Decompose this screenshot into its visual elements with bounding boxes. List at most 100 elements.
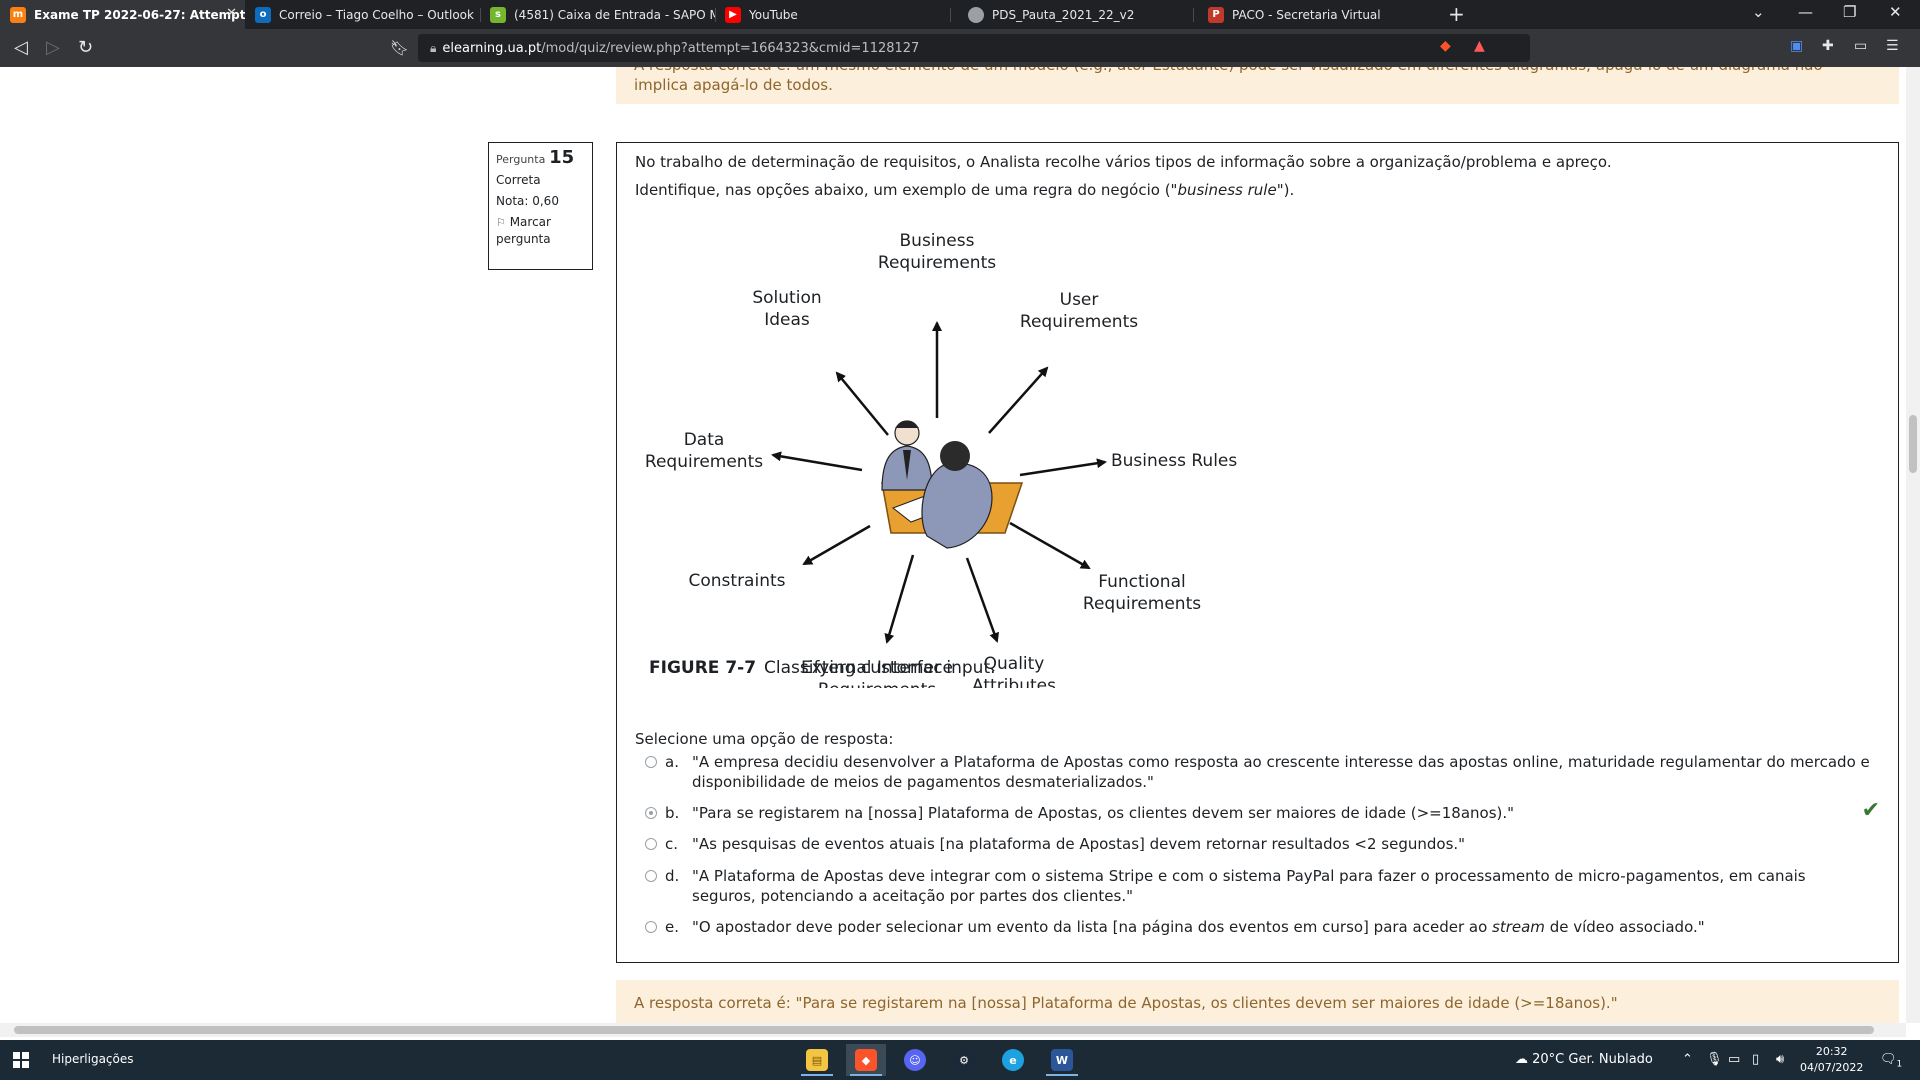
horizontal-scrollbar-thumb[interactable] bbox=[14, 1026, 1874, 1034]
flag-question-link[interactable]: ⚐ Marcar pergunta bbox=[496, 214, 585, 248]
url-domain: elearning.ua.pt bbox=[442, 40, 542, 56]
url-path: /mod/quiz/review.php?attempt=1664323&cmi… bbox=[541, 40, 920, 56]
arrow-solution-ideas bbox=[835, 371, 889, 436]
steam-icon: ⚙ bbox=[953, 1049, 975, 1071]
arrow-quality-attributes bbox=[965, 557, 999, 643]
label-business-requirements: Business Requirements bbox=[878, 231, 996, 273]
lock-icon: 🔒︎ bbox=[430, 40, 437, 55]
sapo-icon: s bbox=[490, 6, 506, 23]
forward-icon[interactable]: ▷ bbox=[46, 37, 60, 58]
bookmark-icon[interactable]: 🔖︎ bbox=[390, 39, 409, 57]
outlook-icon: o bbox=[255, 6, 271, 23]
minimize-button[interactable]: — bbox=[1798, 3, 1813, 21]
arrow-data-requirements bbox=[771, 451, 863, 472]
label-data-requirements: Data Requirements bbox=[645, 430, 763, 472]
links-toolbar[interactable]: Hiperligações bbox=[52, 1052, 134, 1066]
question-info: Pergunta 15 Correta Nota: 0,60 ⚐ Marcar … bbox=[488, 142, 593, 270]
flag-icon: ⚐ bbox=[496, 216, 506, 229]
tray-chevron-icon[interactable]: ⌃ bbox=[1682, 1052, 1693, 1067]
arrow-business-rules bbox=[1019, 458, 1107, 477]
discord-icon: ☺ bbox=[904, 1049, 926, 1071]
radio-e[interactable] bbox=[645, 921, 657, 933]
previous-question-feedback: A resposta correta é: um mesmo elemento … bbox=[616, 67, 1899, 104]
tab-youtube[interactable]: ▶ YouTube bbox=[715, 0, 950, 29]
label-business-rules: Business Rules bbox=[1111, 451, 1237, 471]
youtube-icon: ▶ bbox=[725, 6, 741, 23]
address-bar[interactable]: 🔒︎ elearning.ua.pt/mod/quiz/review.php?a… bbox=[418, 34, 1530, 62]
close-tab-icon[interactable]: ✕ bbox=[226, 6, 237, 21]
taskbar-word[interactable]: W bbox=[1042, 1044, 1082, 1076]
battery-icon[interactable]: ▭ bbox=[1728, 1052, 1740, 1067]
question-box: No trabalho de determinação de requisito… bbox=[616, 142, 1899, 963]
label-user-requirements: User Requirements bbox=[1020, 290, 1138, 332]
question-text-2: Identifique, nas opções abaixo, um exemp… bbox=[635, 181, 1295, 199]
analyst-and-customer-illustration bbox=[881, 420, 1024, 549]
reload-icon[interactable]: ↻ bbox=[78, 37, 93, 58]
tab-separator bbox=[950, 8, 951, 22]
vertical-scrollbar[interactable] bbox=[1906, 67, 1920, 1023]
radio-d[interactable] bbox=[645, 870, 657, 882]
restore-button[interactable]: ❐ bbox=[1843, 3, 1856, 21]
menu-icon[interactable]: ☰ bbox=[1886, 38, 1899, 54]
tab-sapo[interactable]: s (4581) Caixa de Entrada - SAPO Mail bbox=[480, 0, 715, 29]
taskbar-brave[interactable]: ◆ bbox=[846, 1044, 886, 1076]
close-window-button[interactable]: ✕ bbox=[1889, 3, 1902, 21]
windows-taskbar: Hiperligações ▤ ◆ ☺ ⚙ e W ☁ 20°C Ger. Nu… bbox=[0, 1040, 1920, 1080]
arrow-constraints bbox=[802, 524, 871, 566]
tab-pds-pauta[interactable]: PDS_Pauta_2021_22_v2 bbox=[958, 0, 1193, 29]
correct-check-icon: ✔ bbox=[1861, 798, 1880, 823]
question-label: Pergunta bbox=[496, 153, 546, 166]
label-constraints: Constraints bbox=[689, 571, 786, 591]
question-grade: Nota: 0,60 bbox=[496, 194, 559, 208]
extensions-icon[interactable]: ✚ bbox=[1822, 38, 1834, 54]
system-clock[interactable]: 20:32 04/07/2022 bbox=[1800, 1044, 1863, 1076]
taskbar-file-explorer[interactable]: ▤ bbox=[797, 1044, 837, 1076]
radio-a[interactable] bbox=[645, 756, 657, 768]
taskbar-steam[interactable]: ⚙ bbox=[944, 1044, 984, 1076]
cloud-icon: ☁ bbox=[1515, 1052, 1528, 1067]
figure-caption: FIGURE 7-7 Classifying customer input. bbox=[649, 658, 996, 678]
wallet-icon[interactable]: ▭ bbox=[1854, 38, 1867, 54]
question-text-1: No trabalho de determinação de requisito… bbox=[635, 153, 1612, 171]
word-icon: W bbox=[1051, 1049, 1073, 1071]
page-content: A resposta correta é: um mesmo elemento … bbox=[0, 67, 1906, 1023]
windows-start-icon[interactable] bbox=[13, 1052, 29, 1068]
back-icon[interactable]: ◁ bbox=[14, 37, 28, 58]
brave-icon: ◆ bbox=[855, 1049, 877, 1071]
tab-search-icon[interactable]: ⌄ bbox=[1752, 3, 1765, 21]
new-tab-button[interactable]: + bbox=[1448, 2, 1465, 26]
microphone-icon[interactable]: 🎙︎ bbox=[1706, 1052, 1723, 1067]
tab-separator bbox=[1193, 8, 1194, 22]
arrow-functional-requirements bbox=[1009, 521, 1091, 570]
translate-icon[interactable]: ▣ bbox=[1790, 38, 1803, 54]
arrow-external-interface bbox=[884, 554, 915, 644]
globe-icon bbox=[968, 6, 984, 23]
paco-icon: P bbox=[1208, 6, 1224, 23]
browser-toolbar: ◁ ▷ ↻ 🔖︎ 🔒︎ elearning.ua.pt/mod/quiz/rev… bbox=[0, 29, 1920, 67]
tab-paco[interactable]: P PACO - Secretaria Virtual bbox=[1198, 0, 1433, 29]
tab-outlook[interactable]: o Correio – Tiago Coelho – Outlook bbox=[245, 0, 480, 29]
network-icon[interactable]: ▯ bbox=[1752, 1052, 1759, 1067]
tab-exame[interactable]: m Exame TP 2022-06-27: Attempt re ✕ bbox=[0, 0, 245, 29]
customer-input-figure: Business Requirements User Requirements Bu… bbox=[645, 231, 1237, 688]
question-status: Correta bbox=[496, 173, 541, 187]
taskbar-discord[interactable]: ☺ bbox=[895, 1044, 935, 1076]
edge-icon: e bbox=[1002, 1049, 1024, 1071]
radio-c[interactable] bbox=[645, 838, 657, 850]
brave-shield-icon[interactable]: ◆ bbox=[1440, 38, 1451, 54]
volume-icon[interactable]: 🔊︎ bbox=[1776, 1052, 1784, 1067]
radio-b[interactable] bbox=[645, 807, 657, 819]
browser-tab-strip: m Exame TP 2022-06-27: Attempt re ✕ o Co… bbox=[0, 0, 1920, 29]
vertical-scrollbar-thumb[interactable] bbox=[1909, 415, 1917, 473]
brave-rewards-icon[interactable]: ▲ bbox=[1474, 38, 1485, 54]
label-solution-ideas: Solution Ideas bbox=[752, 288, 821, 330]
arrow-user-requirements bbox=[988, 366, 1049, 434]
notification-icon[interactable]: 🗨︎1 bbox=[1880, 1052, 1902, 1070]
label-functional-requirements: Functional Requirements bbox=[1083, 572, 1201, 614]
question-number: 15 bbox=[549, 147, 575, 168]
folder-icon: ▤ bbox=[806, 1049, 828, 1071]
answer-prompt: Selecione uma opção de resposta: bbox=[635, 730, 894, 748]
moodle-icon: m bbox=[10, 6, 26, 23]
taskbar-edge[interactable]: e bbox=[993, 1044, 1033, 1076]
weather-widget[interactable]: ☁ 20°C Ger. Nublado bbox=[1515, 1052, 1653, 1067]
